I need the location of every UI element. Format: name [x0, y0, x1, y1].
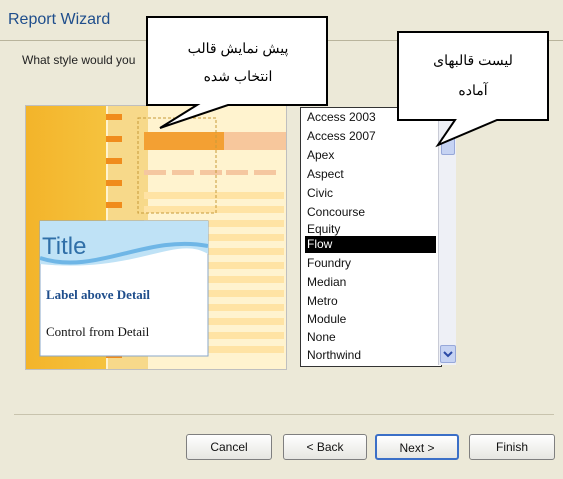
- back-button[interactable]: < Back: [283, 434, 367, 460]
- callout-preview-line2: انتخاب شده: [203, 68, 273, 84]
- finish-button[interactable]: Finish: [469, 434, 555, 460]
- cancel-button[interactable]: Cancel: [186, 434, 272, 460]
- next-button[interactable]: Next >: [375, 434, 459, 460]
- callout-preview-line1: پیش نمایش قالب: [187, 40, 289, 56]
- footer-divider: [14, 414, 554, 415]
- callout-list-line1: لیست قالبهای: [433, 52, 513, 68]
- callout-list-line2: آماده: [458, 82, 488, 98]
